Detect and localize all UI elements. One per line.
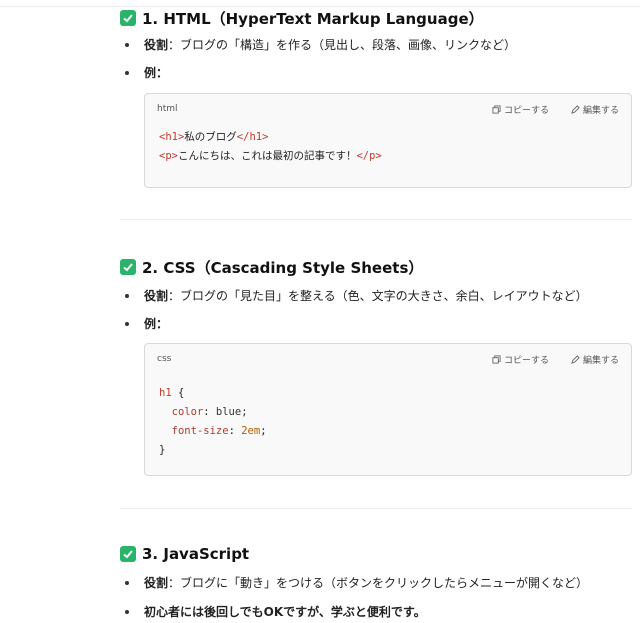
example-label: 例： xyxy=(144,66,169,80)
code-lang: html xyxy=(157,104,178,114)
section-css: 2. CSS（Cascading Style Sheets） 役割：ブログの「見… xyxy=(120,256,632,334)
copy-icon xyxy=(492,354,501,364)
edit-label: 編集する xyxy=(582,105,619,116)
copy-button[interactable]: コピーする xyxy=(492,103,549,116)
role-text: ：ブログの「見た目」を整える（色、文字の大きさ、余白、レイアウトなど） xyxy=(168,289,588,303)
check-icon xyxy=(120,546,136,562)
copy-label: コピーする xyxy=(503,105,549,116)
list-item: 初心者には後回しでもOKですが、学ぶと便利です。 xyxy=(120,602,632,622)
edit-button[interactable]: 編集する xyxy=(571,353,619,366)
role-label: 役割 xyxy=(144,38,169,52)
code-line: <p>こんにちは、これは最初の記事です！</p> xyxy=(159,150,382,162)
heading-text: 2. CSS（Cascading Style Sheets） xyxy=(142,258,424,277)
copy-label: コピーする xyxy=(503,355,549,366)
check-icon xyxy=(120,259,136,275)
list-item: 役割：ブログに「動き」をつける（ボタンをクリックしたらメニューが開くなど） xyxy=(120,573,632,593)
code-header: css コピーする 編集する xyxy=(145,344,631,374)
code-body: <h1>私のブログ</h1> <p>こんにちは、これは最初の記事です！</p> xyxy=(145,124,631,174)
section-heading: 1. HTML（HyperText Markup Language） xyxy=(120,7,632,29)
code-block-html: html コピーする 編集する <h1>私のブログ</h1> <p>こんにちは、… xyxy=(144,93,632,188)
code-line: } xyxy=(159,444,166,456)
list-item: 役割：ブログの「見た目」を整える（色、文字の大きさ、余白、レイアウトなど） xyxy=(120,286,632,306)
code-body: h1 { color: blue; font-size: 2em; } xyxy=(145,374,631,468)
code-line: font-size: 2em; xyxy=(171,425,267,437)
list-item: 役割：ブログの「構造」を作る（見出し、段落、画像、リンクなど） xyxy=(120,35,632,55)
code-header: html コピーする 編集する xyxy=(145,94,631,124)
edit-label: 編集する xyxy=(582,355,619,366)
role-text: ：ブログに「動き」をつける（ボタンをクリックしたらメニューが開くなど） xyxy=(168,576,589,590)
code-line: h1 { xyxy=(159,387,185,399)
code-line: color: blue; xyxy=(171,406,248,418)
pencil-icon xyxy=(571,354,580,364)
list-item: 例： xyxy=(120,314,632,334)
check-icon xyxy=(120,10,136,26)
copy-button[interactable]: コピーする xyxy=(492,353,549,366)
role-text: ：ブログの「構造」を作る（見出し、段落、画像、リンクなど） xyxy=(168,38,517,52)
role-label: 役割 xyxy=(144,289,169,303)
edit-button[interactable]: 編集する xyxy=(571,103,619,116)
list-item: 例： xyxy=(120,63,632,83)
role-label: 役割 xyxy=(144,576,169,590)
section-heading: 3. JavaScript xyxy=(120,543,632,565)
section-html: 1. HTML（HyperText Markup Language） 役割：ブロ… xyxy=(120,7,632,83)
copy-icon xyxy=(492,104,501,114)
code-lang: css xyxy=(157,354,172,364)
section-divider xyxy=(120,219,632,220)
heading-text: 3. JavaScript xyxy=(142,545,250,563)
section-heading: 2. CSS（Cascading Style Sheets） xyxy=(120,256,632,278)
note-text: 初心者には後回しでもOKですが、学ぶと便利です。 xyxy=(144,605,426,619)
section-javascript: 3. JavaScript 役割：ブログに「動き」をつける（ボタンをクリックした… xyxy=(120,543,632,622)
code-line: <h1>私のブログ</h1> xyxy=(159,131,269,143)
heading-text: 1. HTML（HyperText Markup Language） xyxy=(142,9,484,28)
pencil-icon xyxy=(571,104,580,114)
example-label: 例： xyxy=(144,317,169,331)
section-divider xyxy=(120,508,632,509)
code-block-css: css コピーする 編集する h1 { color: blue; font-si… xyxy=(144,343,632,476)
